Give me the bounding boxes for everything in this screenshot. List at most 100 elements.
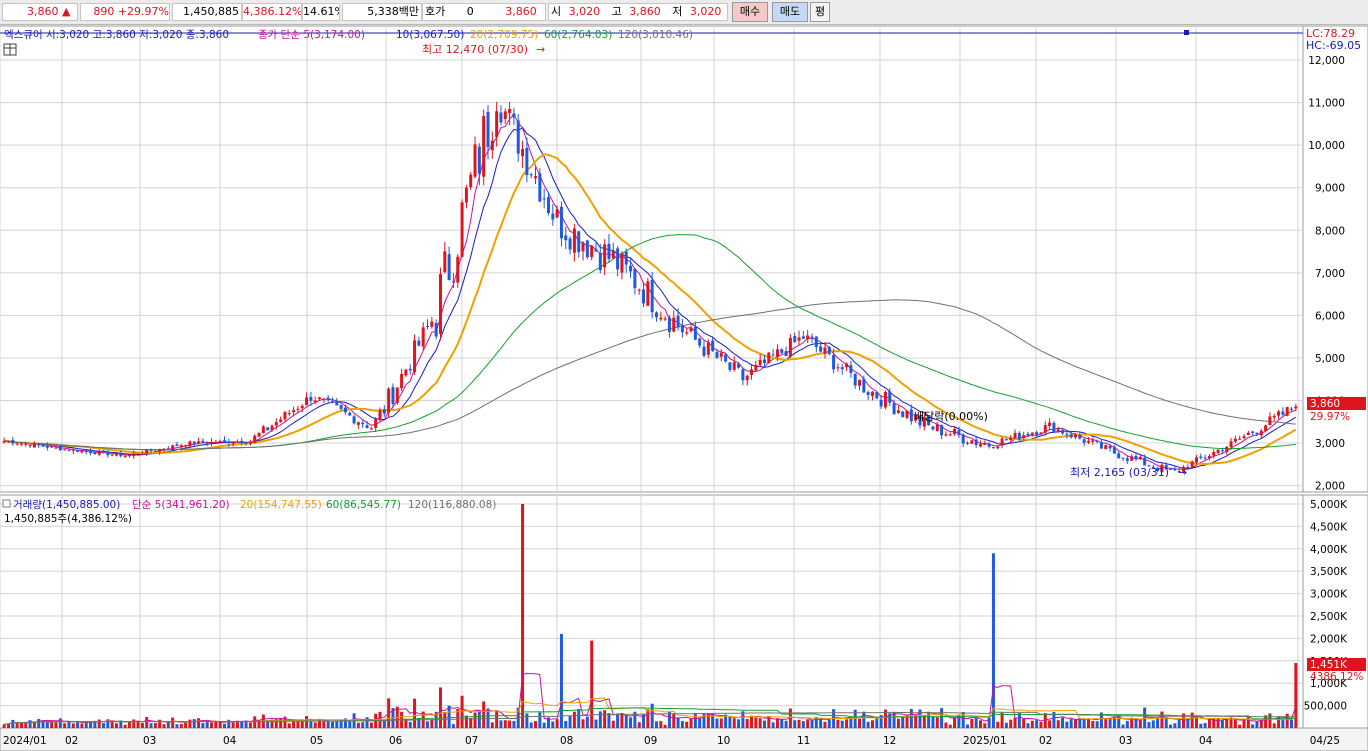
candle-body bbox=[598, 253, 602, 271]
candle-body bbox=[762, 359, 766, 364]
candle-body bbox=[322, 398, 326, 400]
candle-body bbox=[1086, 440, 1090, 443]
hc-label: HC:-69.05 bbox=[1306, 39, 1361, 52]
volume-bar bbox=[940, 708, 944, 728]
change-cell: 890 +29.97% bbox=[80, 3, 170, 21]
candle-body bbox=[974, 439, 978, 446]
candle-body bbox=[110, 454, 114, 456]
candle-body bbox=[693, 326, 697, 340]
candle-body bbox=[745, 375, 749, 381]
volume-bar bbox=[637, 722, 641, 728]
volume-bar bbox=[974, 718, 978, 728]
volume-bar bbox=[685, 721, 689, 728]
price-tick-label: 10,000 bbox=[1308, 140, 1345, 152]
volume-bar bbox=[862, 711, 866, 728]
candle-body bbox=[1220, 450, 1224, 452]
open-value: 3,020 bbox=[568, 5, 601, 18]
candle-body bbox=[1130, 456, 1134, 461]
candle-body bbox=[1091, 440, 1095, 442]
candle-body bbox=[197, 441, 201, 444]
candle-body bbox=[1199, 456, 1203, 459]
stock-legend: 엑스큐어 시:3,020 고:3,860 저:3,020 종:3,860 bbox=[4, 29, 229, 41]
candle-body bbox=[654, 312, 658, 318]
candle-body bbox=[58, 446, 62, 451]
volume-bar bbox=[970, 718, 974, 728]
volume-bar bbox=[188, 719, 192, 728]
volume-bar bbox=[693, 712, 697, 728]
candle-body bbox=[477, 146, 481, 174]
candle-body bbox=[1004, 439, 1008, 441]
volume-tick-label: 500,000 bbox=[1304, 701, 1347, 713]
candle-body bbox=[127, 455, 131, 457]
volume-bar bbox=[132, 719, 136, 728]
candle-body bbox=[37, 444, 41, 446]
hoga-cell: 호가 0 3,860 bbox=[422, 3, 546, 21]
volume-bar bbox=[503, 720, 507, 728]
candle-body bbox=[892, 403, 896, 415]
candle-body bbox=[1095, 440, 1099, 442]
volume-bar bbox=[464, 715, 468, 728]
average-button[interactable]: 평 bbox=[810, 2, 830, 22]
current-volume-pct: 4386.12% bbox=[1310, 671, 1363, 683]
candle-body bbox=[784, 351, 788, 357]
candle-body bbox=[672, 317, 676, 332]
dividend-annotation: 배당락(0.00%) bbox=[914, 410, 988, 423]
candle-body bbox=[490, 140, 494, 151]
candle-body bbox=[1194, 457, 1198, 463]
candle-body bbox=[469, 174, 473, 188]
candle-body bbox=[646, 281, 650, 306]
candle-body bbox=[750, 369, 754, 375]
ma20-legend: 20(2,709.75) bbox=[470, 29, 538, 41]
candle-body bbox=[1255, 432, 1259, 434]
candle-body bbox=[793, 336, 797, 343]
volume-bar bbox=[732, 718, 736, 728]
volume-bar bbox=[534, 721, 538, 728]
reference-marker[interactable] bbox=[1184, 30, 1189, 35]
candle-body bbox=[732, 362, 736, 370]
volume-bar bbox=[758, 718, 762, 728]
sell-button[interactable]: 매도 bbox=[772, 2, 808, 22]
candle-body bbox=[1104, 445, 1108, 449]
candle-body bbox=[1074, 434, 1078, 438]
volume-bar bbox=[823, 721, 827, 728]
volume-bar bbox=[1074, 719, 1078, 728]
volume-bar bbox=[205, 721, 209, 728]
current-price: 3,860 bbox=[27, 5, 59, 18]
candle-body bbox=[931, 426, 935, 430]
volume-bar bbox=[1069, 719, 1073, 728]
volume-bar bbox=[1004, 722, 1008, 728]
candle-body bbox=[283, 412, 287, 420]
candle-body bbox=[1173, 468, 1177, 471]
volume-legend-box[interactable] bbox=[2, 499, 11, 508]
volume-bar bbox=[819, 718, 823, 728]
volume-bar bbox=[361, 722, 365, 728]
buy-button[interactable]: 매수 bbox=[732, 2, 768, 22]
volume-bar bbox=[45, 721, 49, 728]
stock-chart[interactable]: 2,0003,0004,0005,0006,0007,0008,0009,000… bbox=[0, 24, 1368, 751]
candle-body bbox=[145, 449, 149, 454]
candle-body bbox=[184, 445, 188, 447]
volume-bar bbox=[741, 711, 745, 728]
candle-body bbox=[1207, 455, 1211, 459]
candle-body bbox=[806, 335, 810, 340]
candle-body bbox=[287, 413, 291, 415]
candle-body bbox=[292, 410, 296, 413]
volume-bar bbox=[1030, 720, 1034, 728]
candle-body bbox=[827, 346, 831, 354]
candle-body bbox=[261, 426, 265, 433]
volume-bar bbox=[356, 722, 360, 728]
volume-bar bbox=[542, 722, 546, 728]
amount-cell: 5,338백만 bbox=[342, 3, 422, 21]
volume-bar bbox=[581, 719, 585, 728]
candle-body bbox=[326, 397, 330, 400]
low-annotation: 최저 2,165 (03/31) bbox=[1070, 466, 1169, 479]
candle-body bbox=[616, 248, 620, 270]
candle-body bbox=[663, 318, 667, 320]
candle-body bbox=[1169, 468, 1173, 470]
volume-bar bbox=[1138, 720, 1142, 728]
volume-bar bbox=[1065, 721, 1069, 728]
volume-bar bbox=[248, 722, 252, 728]
volume-bar bbox=[1061, 717, 1065, 728]
volume-bar bbox=[512, 720, 516, 728]
date-tick-label: 03 bbox=[1119, 735, 1132, 747]
